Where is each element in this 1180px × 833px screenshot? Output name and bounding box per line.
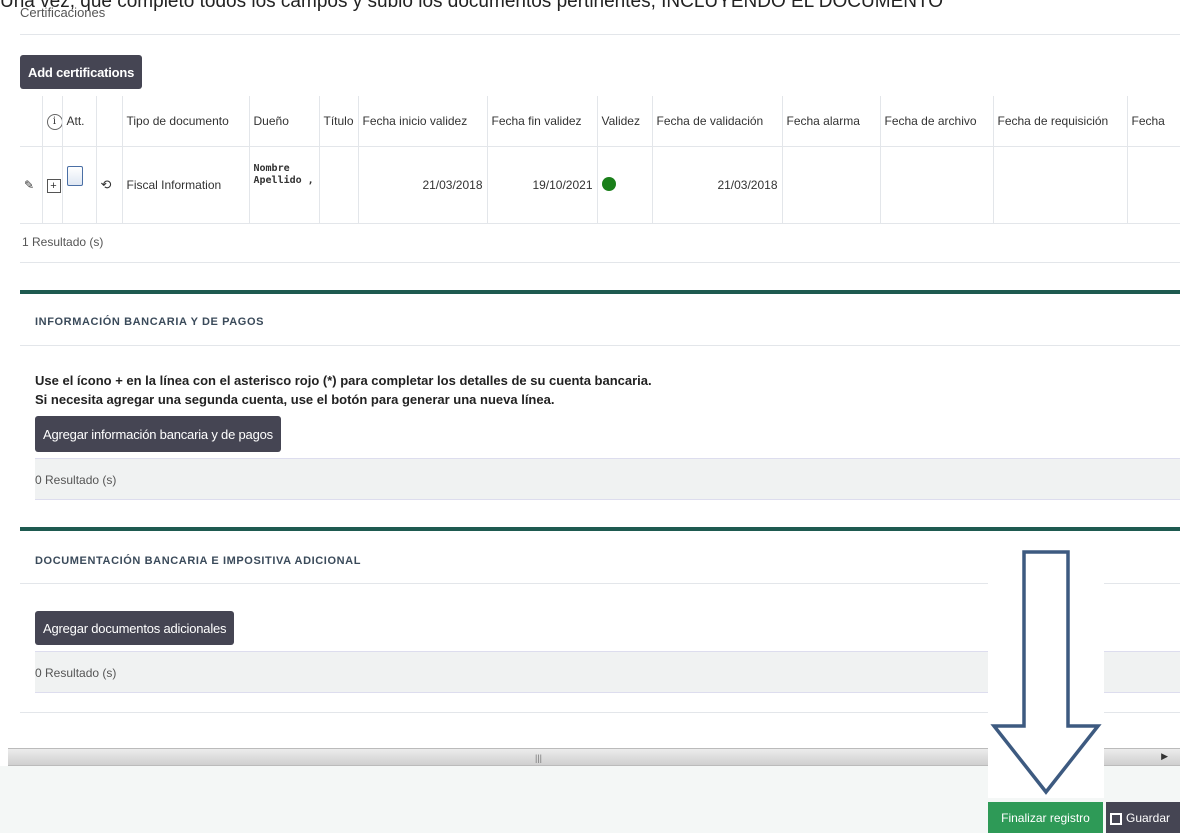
- divider: [20, 345, 1180, 346]
- owner-last-name: Apellido ,: [253, 175, 314, 186]
- banking-instruction-2: Si necesita agregar una segunda cuenta, …: [35, 392, 555, 407]
- col-end-header[interactable]: Fecha fin validez: [487, 96, 598, 147]
- certifications-table: i Att. Tipo de documento Dueño Título Fe…: [20, 96, 1180, 224]
- validity-cell: [597, 146, 653, 224]
- divider: [20, 262, 1180, 263]
- title-cell: [319, 146, 359, 224]
- owner-cell: Nombre Apellido ,: [249, 146, 320, 224]
- col-archive-header[interactable]: Fecha de archivo: [880, 96, 994, 147]
- banking-section-title: INFORMACIÓN BANCARIA Y DE PAGOS: [35, 316, 265, 328]
- alarm-cell: [782, 146, 881, 224]
- expand-cell: +: [42, 146, 63, 224]
- validation-date-cell: 21/03/2018: [652, 146, 783, 224]
- start-date-cell: 21/03/2018: [358, 146, 488, 224]
- doc-type-cell: Fiscal Information: [122, 146, 250, 224]
- scrollbar-grip-icon[interactable]: |||: [535, 753, 542, 763]
- col-info-header: i: [42, 96, 63, 147]
- down-arrow-icon: [990, 550, 1102, 795]
- add-banking-info-button[interactable]: Agregar información bancaria y de pagos: [35, 416, 281, 452]
- col-owner-header[interactable]: Dueño: [249, 96, 320, 147]
- floppy-disk-icon: [1110, 812, 1122, 825]
- archive-cell: [880, 146, 994, 224]
- divider: [20, 34, 1180, 35]
- col-alarm-header[interactable]: Fecha alarma: [782, 96, 881, 147]
- add-additional-docs-button[interactable]: Agregar documentos adicionales: [35, 611, 235, 645]
- instruction-caption: Una vez, que completo todos los campos y…: [0, 0, 944, 12]
- info-icon: i: [46, 113, 61, 130]
- col-next-header[interactable]: Fecha: [1127, 96, 1180, 147]
- request-cell: [993, 146, 1128, 224]
- add-certifications-button[interactable]: Add certifications: [20, 55, 143, 89]
- save-button[interactable]: Guardar: [1106, 802, 1180, 833]
- banking-results-count: 0 Resultado (s): [35, 473, 117, 487]
- owner-first-name: Nombre: [253, 163, 290, 174]
- document-icon[interactable]: [66, 165, 83, 186]
- annotation-panel: [988, 548, 1104, 798]
- history-cell: ⟲: [96, 146, 123, 224]
- attachment-cell: [62, 146, 97, 224]
- col-edit-header: [20, 96, 43, 147]
- col-doc-type-header[interactable]: Tipo de documento: [122, 96, 250, 147]
- banking-instruction-1: Use el ícono + en la línea con el asteri…: [35, 373, 652, 388]
- table-header-row: i Att. Tipo de documento Dueño Título Fe…: [20, 96, 1180, 147]
- additional-docs-section-title: DOCUMENTACIÓN BANCARIA E IMPOSITIVA ADIC…: [35, 555, 362, 567]
- col-validity-header[interactable]: Validez: [597, 96, 653, 147]
- finish-registration-button[interactable]: Finalizar registro: [988, 802, 1103, 833]
- save-button-label: Guardar: [1126, 810, 1171, 825]
- certifications-title: Certificaciones: [20, 5, 106, 20]
- scroll-right-arrow-icon[interactable]: ▶: [1161, 751, 1168, 762]
- validity-status-dot: [601, 176, 616, 191]
- banking-results-bar: 0 Resultado (s): [35, 458, 1180, 500]
- history-icon[interactable]: ⟲: [101, 177, 112, 192]
- expand-plus-icon[interactable]: +: [46, 178, 61, 193]
- certifications-results-count: 1 Resultado (s): [22, 235, 104, 249]
- col-validation-date-header[interactable]: Fecha de validación: [652, 96, 783, 147]
- col-title-header[interactable]: Título: [319, 96, 359, 147]
- col-att-header: Att.: [62, 96, 97, 147]
- edit-cell: ✎: [20, 146, 43, 224]
- end-date-cell: 19/10/2021: [487, 146, 598, 224]
- next-cell: [1127, 146, 1180, 224]
- col-history-header: [96, 96, 123, 147]
- pencil-icon[interactable]: ✎: [24, 178, 34, 192]
- additional-docs-results-count: 0 Resultado (s): [35, 666, 117, 680]
- col-request-header[interactable]: Fecha de requisición: [993, 96, 1128, 147]
- table-row: ✎ + ⟲ Fiscal Information Nombre Apellido …: [20, 146, 1180, 224]
- col-start-header[interactable]: Fecha inicio validez: [358, 96, 488, 147]
